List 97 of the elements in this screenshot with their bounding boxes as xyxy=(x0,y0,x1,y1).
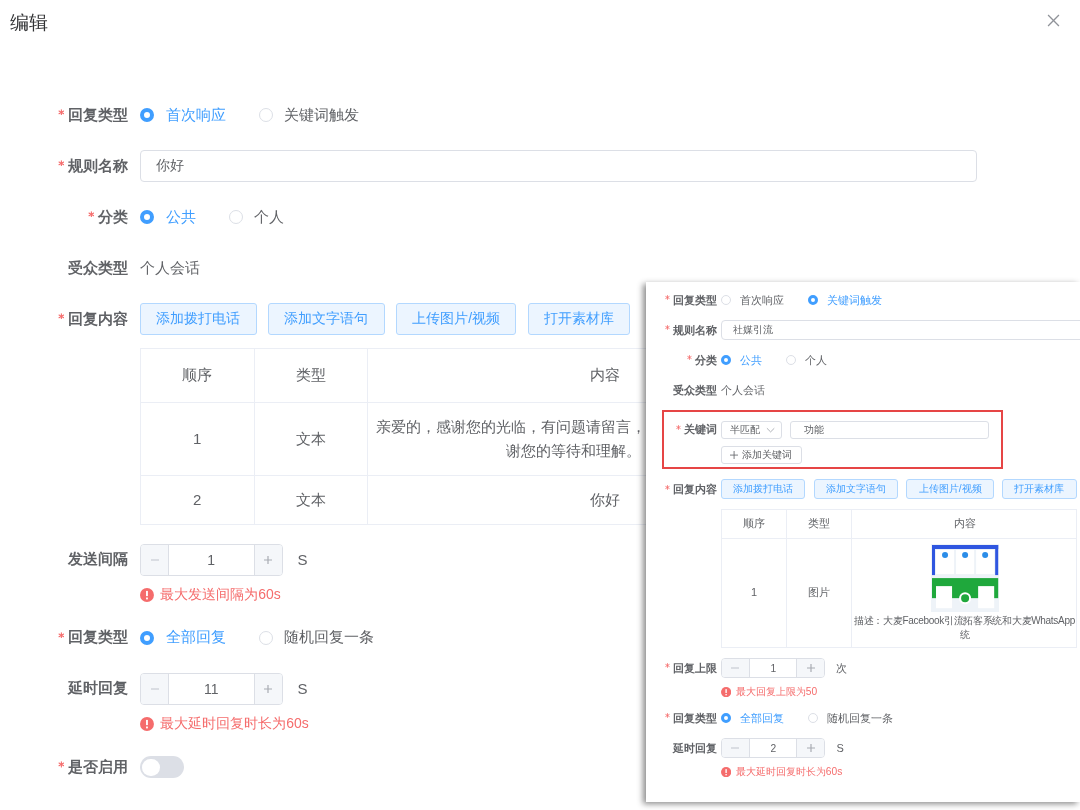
increase-button[interactable] xyxy=(253,544,282,575)
table-cell: 你好 xyxy=(590,490,620,508)
field-label: 回复内容 xyxy=(68,309,128,329)
radio-label: 公共 xyxy=(739,352,762,368)
plus-icon xyxy=(730,450,739,459)
radio-label: 首次响应 xyxy=(165,105,226,125)
rule-name-field[interactable]: 社媒引流 xyxy=(721,320,1080,340)
radio-button[interactable] xyxy=(721,354,732,366)
plus-icon xyxy=(263,554,273,565)
radio-button[interactable] xyxy=(140,107,155,123)
radio-button[interactable] xyxy=(807,294,819,306)
field-value: 个人会话 xyxy=(721,382,765,398)
increase-button[interactable] xyxy=(796,659,825,678)
table-cell: 图片 xyxy=(807,586,830,599)
decrease-button[interactable] xyxy=(722,659,750,678)
column-header: 类型 xyxy=(295,366,326,384)
table-cell: 谢您的等待和理解。 xyxy=(506,441,641,459)
increase-button[interactable] xyxy=(796,739,825,758)
toggle-switch[interactable] xyxy=(140,756,184,778)
stepper-value: 11 xyxy=(203,679,220,699)
stepper-value: 1 xyxy=(206,550,217,570)
radio-label: 个人 xyxy=(804,352,827,368)
unit-label: S xyxy=(297,680,308,698)
radio-label: 关键词触发 xyxy=(826,292,882,308)
radio-button[interactable] xyxy=(721,712,732,724)
field-label: 规则名称 xyxy=(68,156,128,176)
plus-icon xyxy=(806,743,816,754)
decrease-button[interactable] xyxy=(722,739,750,758)
error-message: 最大发送间隔为60s xyxy=(160,585,281,604)
radio-label: 全部回复 xyxy=(739,710,784,726)
table-cell: 1 xyxy=(750,586,757,599)
column-header: 顺序 xyxy=(742,516,765,529)
error-message: 最大延时回复时长为60s xyxy=(735,764,843,779)
number-stepper[interactable]: 1 xyxy=(140,543,283,576)
field-value: 个人会话 xyxy=(140,258,200,278)
close-icon[interactable] xyxy=(1047,14,1060,27)
increase-button[interactable] xyxy=(253,673,282,704)
error-icon xyxy=(140,587,154,602)
field-label: 回复类型 xyxy=(68,628,128,648)
stepper-value: 1 xyxy=(769,661,778,676)
radio-label: 全部回复 xyxy=(165,628,226,648)
table-cell: 统 xyxy=(959,629,970,641)
decrease-button[interactable] xyxy=(141,544,169,575)
error-message: 最大回复上限为50 xyxy=(735,684,818,699)
number-stepper[interactable]: 11 xyxy=(140,672,283,705)
column-header: 类型 xyxy=(807,516,830,529)
add-keyword-button[interactable]: 添加关键词 xyxy=(721,445,802,465)
table-cell: 文本 xyxy=(295,490,326,508)
error-icon xyxy=(140,716,154,731)
radio-label: 关键词触发 xyxy=(284,105,359,125)
field-label: 受众类型 xyxy=(68,258,128,278)
error-message: 最大延时回复时长为60s xyxy=(160,714,309,733)
column-header: 内容 xyxy=(590,366,620,384)
table-cell: 1 xyxy=(193,429,202,447)
radio-button[interactable] xyxy=(140,630,155,646)
field-label: 回复类型 xyxy=(68,105,128,125)
radio-label: 随机回复一条 xyxy=(284,628,374,648)
plus-icon xyxy=(263,683,273,694)
number-stepper[interactable]: 1 xyxy=(721,658,826,679)
field-label: 延时回复 xyxy=(68,679,128,699)
table-cell: 描述：大麦Facebook引流拓客系统和大麦WhatsApp xyxy=(853,615,1075,627)
column-header: 顺序 xyxy=(182,366,213,384)
field-label: 受众类型 xyxy=(672,382,717,398)
radio-label: 随机回复一条 xyxy=(826,710,893,726)
radio-button[interactable] xyxy=(140,209,155,225)
field-label: 回复类型 xyxy=(672,292,717,308)
radio-label: 首次响应 xyxy=(739,292,784,308)
stepper-value: 2 xyxy=(769,741,778,756)
field-label: 延时回复 xyxy=(672,740,717,756)
unit-label: S xyxy=(836,742,844,755)
field-label: 关键词 xyxy=(683,422,717,438)
column-header: 内容 xyxy=(953,516,976,529)
field-label: 是否启用 xyxy=(68,757,128,777)
dialog-title: 编辑 xyxy=(10,11,48,35)
radio-label: 公共 xyxy=(165,207,196,227)
unit-label: 次 xyxy=(836,660,848,676)
table-cell: 2 xyxy=(193,490,202,508)
keyword-field[interactable]: 功能 xyxy=(789,420,989,440)
number-stepper[interactable]: 2 xyxy=(721,738,826,759)
field-label: 发送间隔 xyxy=(68,550,128,570)
field-label: 规则名称 xyxy=(672,322,717,338)
decrease-button[interactable] xyxy=(141,673,169,704)
unit-label: S xyxy=(297,551,308,569)
plus-icon xyxy=(806,663,816,674)
error-icon xyxy=(721,686,732,697)
field-label: 回复类型 xyxy=(672,710,717,726)
radio-label: 个人 xyxy=(254,207,284,227)
field-label: 分类 xyxy=(694,352,717,368)
error-icon xyxy=(721,766,732,777)
match-select[interactable]: 半匹配 xyxy=(721,420,783,440)
rule-name-field[interactable]: 你好 xyxy=(140,150,977,182)
table-cell: 文本 xyxy=(295,429,326,447)
field-label: 回复内容 xyxy=(672,481,717,497)
table-cell: 亲爱的，感谢您的光临，有问题请留言， xyxy=(375,417,646,435)
caret-icon xyxy=(766,427,776,434)
field-label: 分类 xyxy=(98,207,128,227)
field-label: 回复上限 xyxy=(672,660,717,676)
